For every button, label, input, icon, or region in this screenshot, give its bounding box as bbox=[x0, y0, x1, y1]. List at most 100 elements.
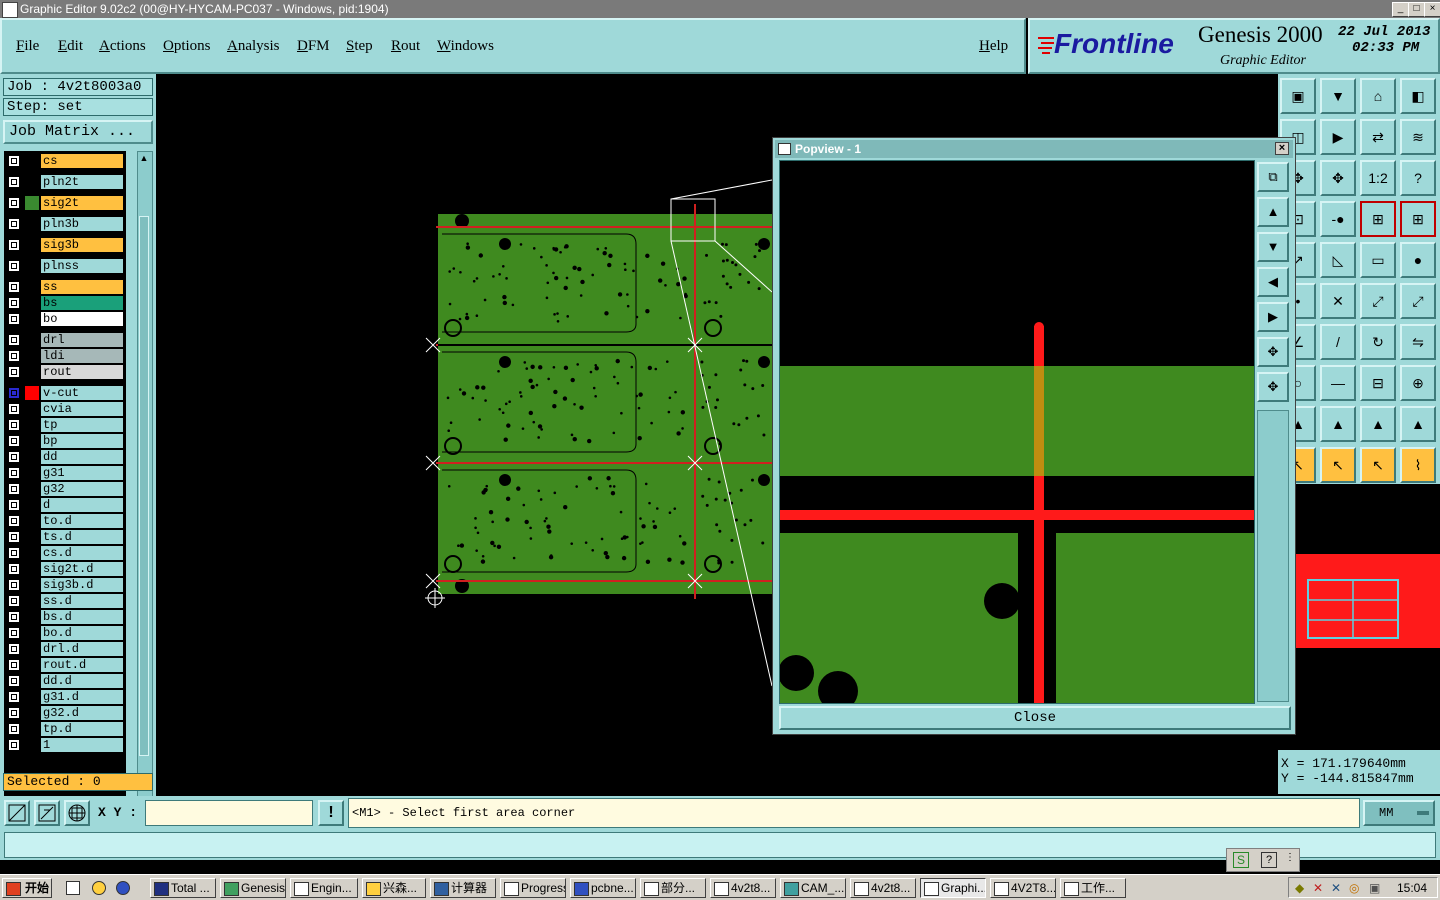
layer-row-dd[interactable]: dd bbox=[4, 450, 126, 464]
taskbar-item[interactable]: 工作... bbox=[1060, 878, 1126, 898]
mirror-icon[interactable]: ⇄ bbox=[1360, 119, 1396, 155]
layer-checkbox[interactable] bbox=[8, 297, 20, 309]
layer-name[interactable]: g31.d bbox=[41, 690, 123, 704]
layer-checkbox[interactable] bbox=[8, 579, 20, 591]
start-button[interactable]: 开始 bbox=[2, 878, 52, 898]
layer-name[interactable]: dd.d bbox=[41, 674, 123, 688]
layer-row-rout.d[interactable]: rout.d bbox=[4, 658, 126, 672]
layer-checkbox[interactable] bbox=[8, 350, 20, 362]
layer-name[interactable]: ldi bbox=[41, 349, 123, 363]
layer-row-bo[interactable]: bo bbox=[4, 312, 126, 326]
layer-row-v-cut[interactable]: v-cut bbox=[4, 386, 126, 400]
flip-icon[interactable]: ⇋ bbox=[1400, 324, 1436, 360]
layer-row-cvia[interactable]: cvia bbox=[4, 402, 126, 416]
layer-name[interactable]: bs.d bbox=[41, 610, 123, 624]
popview-right-icon[interactable]: ▶ bbox=[1257, 302, 1289, 332]
layer-name[interactable]: bo bbox=[41, 312, 123, 326]
menu-edit[interactable]: Edit bbox=[58, 38, 83, 55]
layer-checkbox[interactable] bbox=[8, 451, 20, 463]
graph-icon[interactable]: ⌇ bbox=[1400, 447, 1436, 483]
layer-name[interactable]: ss.d bbox=[41, 594, 123, 608]
triangle3-icon[interactable]: ▲ bbox=[1360, 406, 1396, 442]
pan-icon[interactable]: ✥ bbox=[1320, 160, 1356, 196]
layer-checkbox[interactable] bbox=[8, 627, 20, 639]
popview-fit-icon[interactable]: ⧉ bbox=[1257, 162, 1289, 192]
layer-checkbox[interactable] bbox=[8, 739, 20, 751]
layer-row-sig2t.d[interactable]: sig2t.d bbox=[4, 562, 126, 576]
maximize-button[interactable]: □ bbox=[1408, 2, 1425, 17]
ruler-icon[interactable]: ▭ bbox=[1360, 242, 1396, 278]
menu-step[interactable]: Step bbox=[346, 38, 373, 55]
popview-close-icon[interactable]: × bbox=[1275, 142, 1289, 155]
popview-title-bar[interactable]: Popview - 1 × bbox=[775, 140, 1293, 158]
menu-analysis[interactable]: Analysis bbox=[227, 38, 280, 55]
snap-icon[interactable]: ✕ bbox=[1320, 283, 1356, 319]
layer-name[interactable]: cs.d bbox=[41, 546, 123, 560]
popview-zoomout-icon[interactable]: ✥ bbox=[1257, 372, 1289, 402]
layer-checkbox[interactable] bbox=[8, 611, 20, 623]
probe-icon[interactable]: -● bbox=[1320, 201, 1356, 237]
layer-name[interactable]: rout bbox=[41, 365, 123, 379]
fit-icon[interactable]: ⊟ bbox=[1360, 365, 1396, 401]
layer-checkbox[interactable] bbox=[8, 313, 20, 325]
popview-canvas[interactable] bbox=[779, 160, 1255, 704]
pad-icon[interactable]: ● bbox=[1400, 242, 1436, 278]
minimize-button[interactable]: _ bbox=[1392, 2, 1409, 17]
layer-row-ldi[interactable]: ldi bbox=[4, 349, 126, 363]
layer-checkbox[interactable] bbox=[8, 723, 20, 735]
menu-help[interactable]: Help bbox=[979, 38, 1008, 55]
layer-checkbox[interactable] bbox=[8, 659, 20, 671]
layer-row-rout[interactable]: rout bbox=[4, 365, 126, 379]
layer-checkbox[interactable] bbox=[8, 197, 20, 209]
layer-name[interactable]: drl bbox=[41, 333, 123, 347]
layer-checkbox[interactable] bbox=[8, 467, 20, 479]
popview-close-button[interactable]: Close bbox=[779, 706, 1291, 730]
layer-checkbox[interactable] bbox=[8, 334, 20, 346]
layer-row-pln3b[interactable]: pln3b bbox=[4, 217, 126, 231]
menu-dfm[interactable]: DFM bbox=[297, 38, 330, 55]
layer-row-1[interactable]: 1 bbox=[4, 738, 126, 752]
draw-icon[interactable]: ◺ bbox=[1320, 242, 1356, 278]
export-icon[interactable]: ▶ bbox=[1320, 119, 1356, 155]
layer-row-bs.d[interactable]: bs.d bbox=[4, 610, 126, 624]
tray-network-icon[interactable]: ✕ bbox=[1331, 881, 1341, 895]
layer-name[interactable]: bo.d bbox=[41, 626, 123, 640]
layer-row-tp.d[interactable]: tp.d bbox=[4, 722, 126, 736]
layer-checkbox[interactable] bbox=[8, 281, 20, 293]
layer-checkbox[interactable] bbox=[8, 675, 20, 687]
layer-row-cs.d[interactable]: cs.d bbox=[4, 546, 126, 560]
layer-name[interactable]: pln3b bbox=[41, 217, 123, 231]
scroll-thumb[interactable] bbox=[139, 216, 149, 756]
taskbar-item[interactable]: 4v2t8... bbox=[710, 878, 776, 898]
layer-row-d[interactable]: d bbox=[4, 498, 126, 512]
taskbar-item[interactable]: 兴森... bbox=[362, 878, 426, 898]
job-matrix-button[interactable]: Job Matrix ... bbox=[3, 120, 153, 144]
slash-icon[interactable]: / bbox=[1320, 324, 1356, 360]
layer-name[interactable]: g31 bbox=[41, 466, 123, 480]
layer-name[interactable]: cs bbox=[41, 154, 123, 168]
layer-checkbox[interactable] bbox=[8, 707, 20, 719]
home-icon[interactable]: ⌂ bbox=[1360, 78, 1396, 114]
grid-icon[interactable] bbox=[64, 800, 90, 826]
taskbar-item[interactable]: Genesis bbox=[220, 878, 286, 898]
close-window-button[interactable]: × bbox=[1424, 2, 1440, 17]
measure-icon[interactable] bbox=[34, 800, 60, 826]
layer-row-ts.d[interactable]: ts.d bbox=[4, 530, 126, 544]
open-icon[interactable]: ▣ bbox=[1280, 78, 1316, 114]
taskbar-item[interactable]: pcbne... bbox=[570, 878, 636, 898]
taskbar-item[interactable]: 4V2T8... bbox=[990, 878, 1056, 898]
popview-down-icon[interactable]: ▼ bbox=[1257, 232, 1289, 262]
layer-name[interactable]: drl.d bbox=[41, 642, 123, 656]
connect-icon[interactable]: ⤢ bbox=[1360, 283, 1396, 319]
layer-name[interactable]: 1 bbox=[41, 738, 123, 752]
snap-icon[interactable] bbox=[4, 800, 30, 826]
layer-row-cs[interactable]: cs bbox=[4, 154, 126, 168]
layer-checkbox[interactable] bbox=[8, 547, 20, 559]
layer-checkbox[interactable] bbox=[8, 435, 20, 447]
route-icon[interactable]: ⤢ bbox=[1400, 283, 1436, 319]
layer-name[interactable]: bs bbox=[41, 296, 123, 310]
popview-up-icon[interactable]: ▲ bbox=[1257, 197, 1289, 227]
layers-icon[interactable]: ≋ bbox=[1400, 119, 1436, 155]
ime-icon[interactable]: S bbox=[1233, 852, 1249, 868]
quicklaunch-clock-icon[interactable] bbox=[92, 881, 106, 895]
